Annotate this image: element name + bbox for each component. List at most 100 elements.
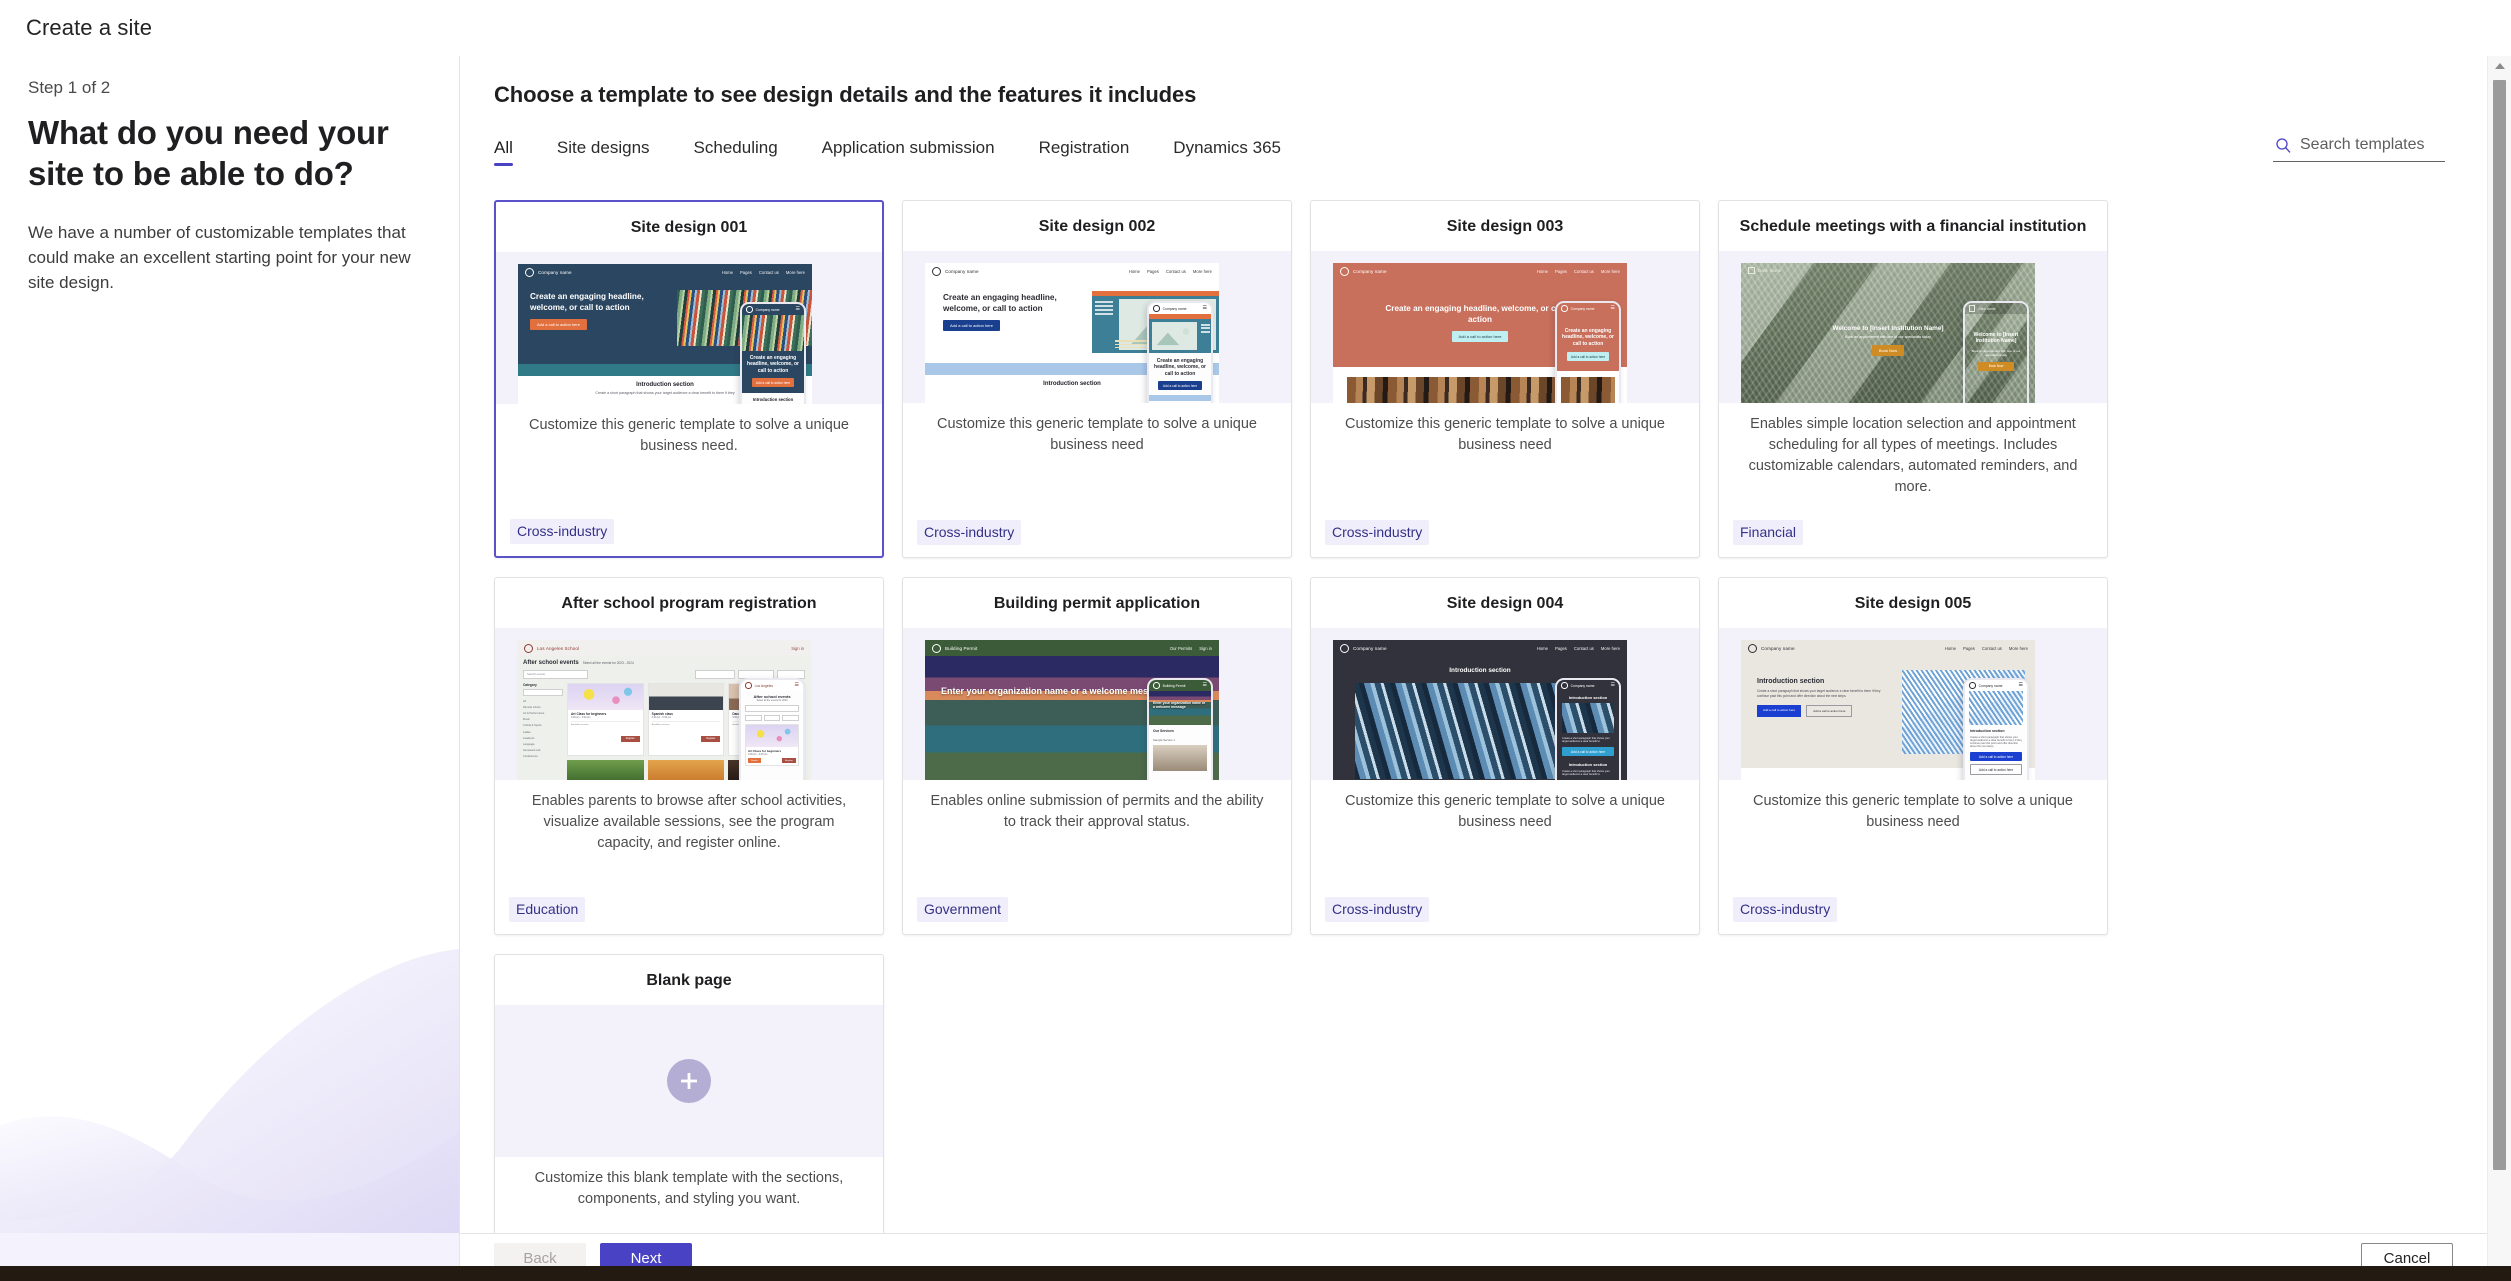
template-industry-tag: Cross-industry <box>1733 897 1838 922</box>
scroll-up-arrow-icon[interactable] <box>2488 56 2511 75</box>
mock-headline: Introduction section <box>1449 667 1511 674</box>
template-preview-mockup: Company name Home Pages Contact us More here… <box>1333 640 1627 780</box>
tab-dynamics-365[interactable]: Dynamics 365 <box>1151 134 1303 174</box>
mock-navbar: Company name Home Pages Contact us More here <box>925 263 1219 279</box>
mock-logo-icon <box>1340 266 1349 276</box>
template-card[interactable]: Schedule meetings with a financial insti… <box>1718 200 2108 558</box>
template-thumbnail: Bank name Welcome to [Insert Institution … <box>1719 251 2107 403</box>
mock-nav-link: Home <box>1128 268 1140 274</box>
template-card-title: Site design 005 <box>1854 595 1972 612</box>
template-card[interactable]: After school program registration Los Ang… <box>494 577 884 935</box>
page-subtitle: We have a number of customizable templat… <box>28 223 411 292</box>
template-card-description: Customize this generic template to solve… <box>1345 416 1665 453</box>
mock-nav-link: Contact us <box>1981 645 2002 651</box>
mock-nav-links: Home Pages Contact us More here <box>1945 646 2028 651</box>
template-card-title: Site design 001 <box>630 219 748 236</box>
tab-scheduling[interactable]: Scheduling <box>672 134 800 174</box>
mobile-preview: Company name ☰ Introduction section Create … <box>1555 678 1621 780</box>
mock-nav-link: More here <box>1600 268 1620 274</box>
search-icon <box>2275 137 2292 154</box>
scrollbar-thumb[interactable] <box>2493 80 2506 1170</box>
template-card[interactable]: Building permit application Building Perm… <box>902 577 1292 935</box>
mock-logo-icon <box>932 643 941 653</box>
dialog-titlebar: Create a site <box>0 0 2511 57</box>
mock-cta: Add a call to action here <box>530 319 587 330</box>
mock-nav-link: Home <box>1536 645 1548 651</box>
mock-headline: Create an engaging headline, welcome, or… <box>943 293 1057 313</box>
template-thumbnail: Company name Home Pages Contact us More here… <box>1311 251 1699 403</box>
wave-graphic-icon <box>0 949 459 1233</box>
template-industry-tag: Government <box>917 897 1009 922</box>
template-card-description: Enables simple location selection and ap… <box>1748 416 2078 495</box>
mock-brand: Company name <box>1761 645 1795 651</box>
search-input-placeholder[interactable]: Search templates <box>2300 136 2425 154</box>
mock-brand: Building Permit <box>945 645 978 651</box>
template-card[interactable]: Site design 004 Company name Home Pages Cont… <box>1310 577 1700 935</box>
mock-nav-links: Home Pages Contact us More here <box>722 270 805 275</box>
mobile-preview: Bank name Welcome to [Insert Institution … <box>1963 301 2029 403</box>
vertical-scrollbar[interactable] <box>2487 56 2511 1281</box>
tab-label: Scheduling <box>693 138 778 157</box>
mobile-preview: Company name ☰ Create an engaging headline… <box>1555 301 1621 403</box>
template-card[interactable]: Site design 005 Company name Home Pages Cont… <box>1718 577 2108 935</box>
template-card-title: Blank page <box>646 972 732 989</box>
gallery-heading: Choose a template to see design details … <box>494 82 1197 107</box>
mock-nav-link: More here <box>1192 268 1212 274</box>
tab-label: Application submission <box>821 138 995 157</box>
template-thumbnail: Los Angeles School Sign in After school ev… <box>495 628 883 780</box>
mock-brand: Los Angeles School <box>537 645 580 651</box>
mock-nav-links: Sign in <box>791 646 804 651</box>
mock-navbar: Los Angeles School Sign in <box>517 640 811 656</box>
search-templates-box[interactable]: Search templates <box>2273 134 2445 162</box>
template-card[interactable]: Site design 001 Company name Home Pages Cont… <box>494 200 884 558</box>
mock-nav-link: More here <box>1600 645 1620 651</box>
mock-logo-icon <box>1340 643 1349 653</box>
template-preview-mockup: Los Angeles School Sign in After school ev… <box>517 640 811 780</box>
mock-navbar: Company name Home Pages Contact us More here <box>1741 640 2035 656</box>
template-preview-mockup: Company name Home Pages Contact us More here… <box>518 264 812 404</box>
template-preview-mockup: Bank name Welcome to [Insert Institution … <box>1741 263 2035 403</box>
template-industry-tag: Cross-industry <box>1325 520 1430 545</box>
mock-nav-link: Sign in <box>1199 645 1212 651</box>
mock-logo-icon <box>525 267 534 277</box>
template-card-title: After school program registration <box>561 595 817 612</box>
create-site-dialog: Create a site Step 1 of 2 What do you ne… <box>0 0 2511 1281</box>
mock-nav-link: Contact us <box>1165 268 1186 274</box>
tab-registration[interactable]: Registration <box>1017 134 1152 174</box>
template-card-description: Customize this generic template to solve… <box>937 416 1257 453</box>
template-thumbnail: Company name Home Pages Contact us More here… <box>1719 628 2107 780</box>
template-preview-mockup: Company name Home Pages Contact us More here… <box>925 263 1219 403</box>
tab-all[interactable]: All <box>494 134 535 174</box>
mock-nav-links: Home Pages Contact us More here <box>1537 646 1620 651</box>
template-thumbnail: Company name Home Pages Contact us More here… <box>496 252 882 404</box>
mock-navbar: Company name Home Pages Contact us More here <box>1333 640 1627 656</box>
mock-nav-link: More here <box>2008 645 2028 651</box>
mock-headline: Introduction section <box>1757 678 1825 685</box>
template-card[interactable]: Site design 003 Company name Home Pages Cont… <box>1310 200 1700 558</box>
template-card-description: Customize this generic template to solve… <box>1753 793 2073 830</box>
template-card-title: Site design 004 <box>1446 595 1564 612</box>
template-industry-tag: Education <box>509 897 586 922</box>
template-thumbnail: Company name Home Pages Contact us More here… <box>903 251 1291 403</box>
tab-site-designs[interactable]: Site designs <box>535 134 672 174</box>
mobile-preview: Company name ☰ Introduction section Create … <box>1963 678 2029 780</box>
mock-brand: Company name <box>1353 645 1387 651</box>
mock-search: Search events <box>523 670 588 679</box>
tab-application-submission[interactable]: Application submission <box>800 134 1017 174</box>
step-indicator: Step 1 of 2 <box>28 78 111 97</box>
mobile-preview: Los Angeles ☰ After school events Select al… <box>739 678 805 780</box>
template-card-description: Customize this generic template to solve… <box>1345 793 1665 830</box>
mock-nav-link: Pages <box>740 269 752 275</box>
mock-nav-link: Pages <box>1555 268 1567 274</box>
tab-label: Registration <box>1038 138 1130 157</box>
mock-cta: Add a call to action here <box>1757 705 1802 718</box>
mock-cta-secondary: Add a call to action here <box>1806 705 1853 718</box>
tab-label: Site designs <box>556 138 650 157</box>
template-card[interactable]: Site design 002 Company name Home Pages Cont… <box>902 200 1292 558</box>
template-card[interactable]: Blank page Customize this blank template … <box>494 954 884 1233</box>
mock-headline: After school events <box>523 660 579 666</box>
template-preview-mockup: Company name Home Pages Contact us More here… <box>1333 263 1627 403</box>
template-thumbnail: Building Permit Our Permits Sign in Enter y… <box>903 628 1291 780</box>
mock-brand: Company name <box>1353 268 1387 274</box>
mock-nav-link: Contact us <box>1573 645 1594 651</box>
